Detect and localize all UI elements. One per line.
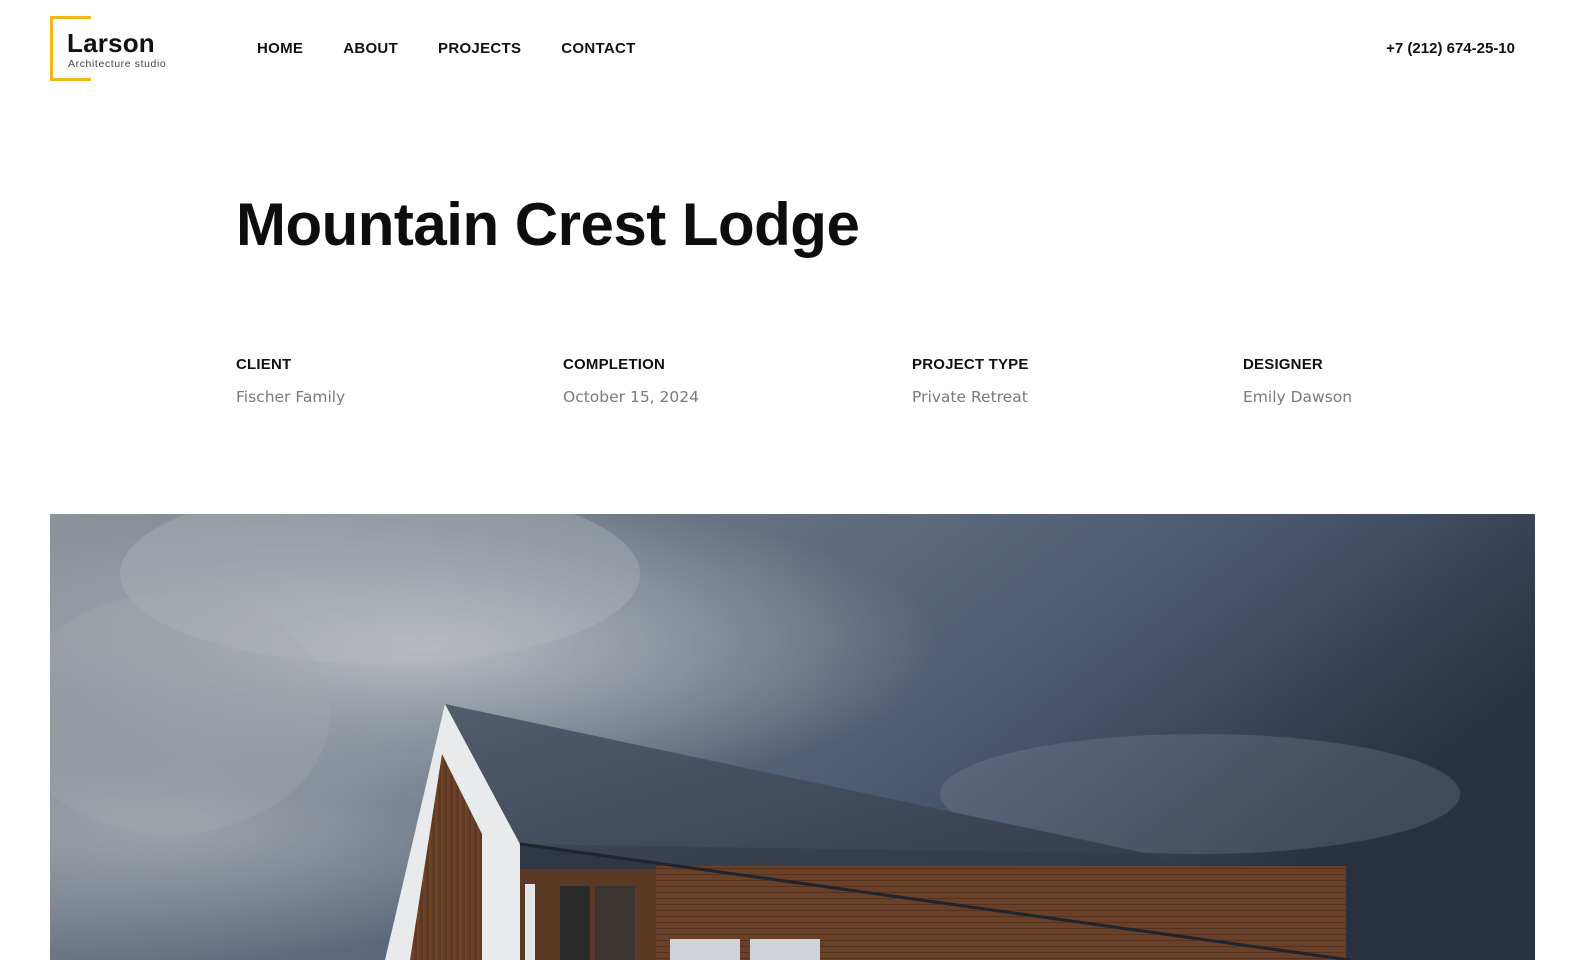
detail-label: PROJECT TYPE bbox=[912, 356, 1029, 373]
detail-client: CLIENT Fischer Family bbox=[236, 356, 345, 406]
detail-value: October 15, 2024 bbox=[563, 388, 699, 406]
hero-image bbox=[50, 514, 1535, 960]
nav-item-home[interactable]: HOME bbox=[257, 40, 303, 57]
detail-completion: COMPLETION October 15, 2024 bbox=[563, 356, 699, 406]
detail-value: Emily Dawson bbox=[1243, 388, 1353, 406]
nav-item-contact[interactable]: CONTACT bbox=[561, 40, 635, 57]
phone-link[interactable]: +7 (212) 674-25-10 bbox=[1386, 40, 1515, 57]
detail-label: COMPLETION bbox=[563, 356, 665, 373]
detail-value: Private Retreat bbox=[912, 388, 1028, 406]
lodge-photo bbox=[50, 514, 1535, 960]
detail-label: DESIGNER bbox=[1243, 356, 1323, 373]
page-title: Mountain Crest Lodge bbox=[236, 191, 860, 258]
detail-designer: DESIGNER Emily Dawson bbox=[1243, 356, 1352, 406]
detail-project-type: PROJECT TYPE Private Retreat bbox=[912, 356, 1029, 406]
detail-value: Fischer Family bbox=[236, 388, 346, 406]
logo-name: Larson bbox=[67, 28, 155, 58]
nav-item-about[interactable]: ABOUT bbox=[343, 40, 398, 57]
main-nav: HOME ABOUT PROJECTS CONTACT bbox=[257, 40, 676, 57]
site-header: Larson Architecture studio HOME ABOUT PR… bbox=[0, 0, 1585, 100]
logo-tagline: Architecture studio bbox=[68, 58, 167, 70]
logo[interactable]: Larson Architecture studio bbox=[50, 15, 191, 86]
nav-item-projects[interactable]: PROJECTS bbox=[438, 40, 521, 57]
detail-label: CLIENT bbox=[236, 356, 292, 373]
